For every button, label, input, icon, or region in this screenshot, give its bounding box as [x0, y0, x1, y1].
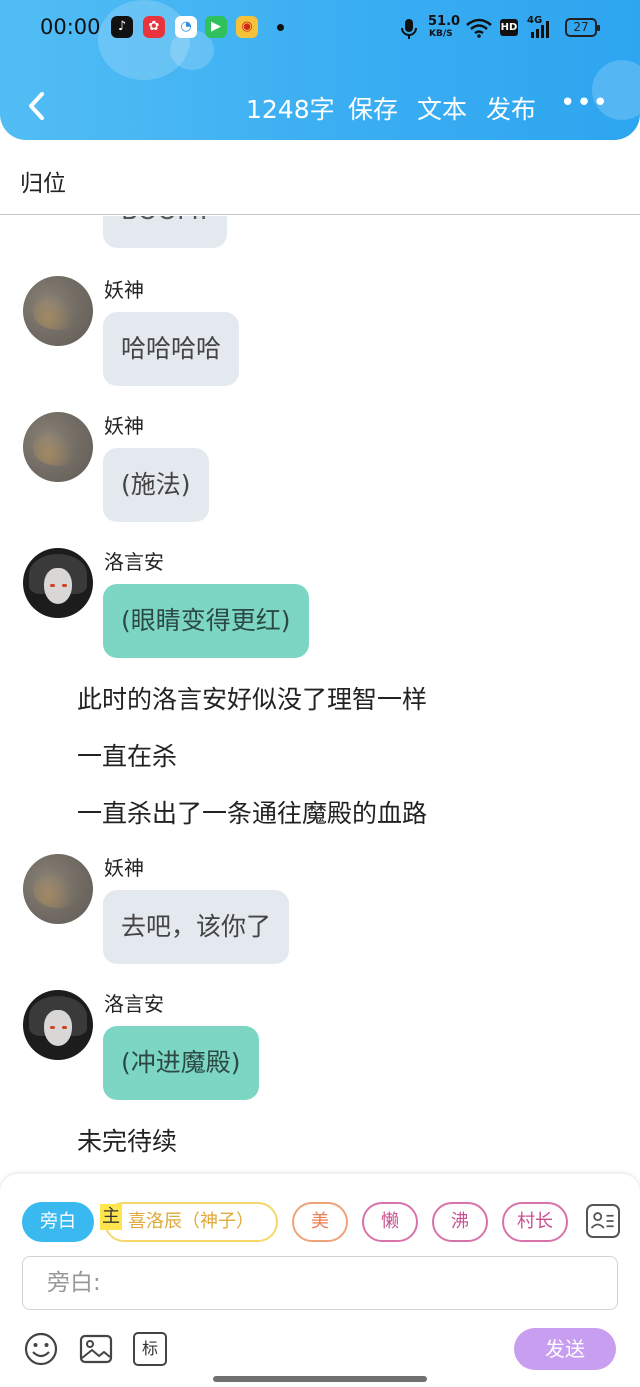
role-chip-narrator[interactable]: 旁白	[22, 1202, 94, 1242]
speaker-name: 妖神	[104, 278, 144, 302]
message-bubble[interactable]: (眼睛变得更红)	[103, 584, 309, 658]
mark-button[interactable]: 标	[133, 1332, 167, 1366]
role-chip-xiluochen[interactable]: 喜洛辰（神子）	[104, 1202, 278, 1242]
hd-badge: HD	[500, 19, 518, 36]
speaker-name: 妖神	[104, 414, 144, 438]
save-button[interactable]: 保存	[348, 90, 398, 126]
network-unit: KB/S	[429, 29, 453, 39]
message-bubble[interactable]: 去吧，该你了	[103, 890, 290, 964]
role-list-icon[interactable]	[586, 1204, 620, 1238]
speaker-name: 妖神	[104, 856, 144, 880]
speaker-name: 洛言安	[104, 550, 164, 574]
speaker-name: 洛言安	[104, 992, 164, 1016]
microphone-icon	[401, 19, 417, 39]
video-app-icon: ▶	[205, 16, 227, 38]
image-icon[interactable]	[79, 1332, 113, 1366]
narration-line[interactable]: 未完待续	[77, 1122, 177, 1158]
narration-line[interactable]: 一直杀出了一条通往魔殿的血路	[77, 794, 427, 830]
emoji-icon[interactable]	[24, 1332, 58, 1366]
nav-bar: 1248字 保存 文本 发布 •••	[0, 80, 640, 136]
message-bubble[interactable]: (冲进魔殿)	[103, 1026, 259, 1100]
send-button[interactable]: 发送	[514, 1328, 616, 1370]
role-chip-fei[interactable]: 沸	[432, 1202, 488, 1242]
reset-position-button[interactable]: 归位	[20, 164, 66, 198]
avatar[interactable]	[23, 854, 93, 924]
status-time: 00:00	[40, 15, 101, 39]
text-button[interactable]: 文本	[417, 90, 467, 126]
battery-icon: 27	[565, 18, 600, 37]
wifi-icon	[466, 18, 492, 38]
composer-panel: 旁白 喜洛辰（神子） 主 美 懒 沸 村长 旁白: 标 发送	[0, 1174, 640, 1387]
signal-icon	[531, 21, 549, 38]
sub-toolbar: 归位	[0, 140, 640, 215]
status-bar: 00:00 ♪ ✿ ◔ ▶ ◉ 51.0 KB/S HD 4G 27	[0, 0, 640, 56]
tiktok-icon: ♪	[111, 16, 133, 38]
host-tag: 主	[100, 1204, 122, 1230]
top-header: 00:00 ♪ ✿ ◔ ▶ ◉ 51.0 KB/S HD 4G 27 1248字…	[0, 0, 640, 140]
notification-dot	[277, 24, 284, 31]
weibo-icon: ◉	[236, 16, 258, 38]
publish-button[interactable]: 发布	[486, 90, 536, 126]
avatar[interactable]	[23, 548, 93, 618]
role-chip-village-chief[interactable]: 村长	[502, 1202, 568, 1242]
avatar[interactable]	[23, 990, 93, 1060]
app-red-icon: ✿	[143, 16, 165, 38]
role-chip-lan[interactable]: 懒	[362, 1202, 418, 1242]
more-menu-icon[interactable]: •••	[560, 90, 608, 122]
word-count: 1248字	[246, 95, 335, 124]
network-speed: 51.0	[428, 14, 461, 29]
message-bubble[interactable]: 哈哈哈哈	[103, 312, 240, 386]
role-chip-mei[interactable]: 美	[292, 1202, 348, 1242]
message-input[interactable]: 旁白:	[22, 1256, 618, 1310]
message-bubble-partial[interactable]: BOOM!	[103, 216, 227, 248]
chat-area[interactable]: BOOM! 妖神 哈哈哈哈 妖神 (施法) 洛言安 (眼睛变得更红) 此时的洛言…	[0, 216, 640, 1174]
browser-icon: ◔	[175, 16, 197, 38]
message-bubble[interactable]: (施法)	[103, 448, 209, 522]
home-indicator[interactable]	[213, 1376, 427, 1382]
narration-line[interactable]: 一直在杀	[77, 737, 177, 773]
avatar[interactable]	[23, 276, 93, 346]
battery-level: 27	[573, 20, 589, 34]
avatar[interactable]	[23, 412, 93, 482]
back-arrow-icon[interactable]	[20, 86, 60, 126]
narration-line[interactable]: 此时的洛言安好似没了理智一样	[77, 680, 427, 716]
